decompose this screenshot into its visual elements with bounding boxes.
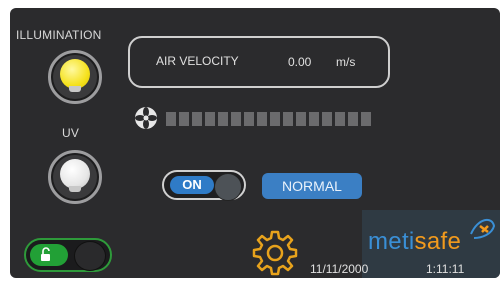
lock-toggle[interactable] (24, 238, 112, 272)
air-velocity-label: AIR VELOCITY (156, 54, 239, 68)
uv-button[interactable] (48, 150, 102, 204)
power-toggle[interactable]: ON (162, 170, 246, 201)
brand-logo-part2: safe (414, 228, 462, 255)
fan-speed-segment (244, 112, 254, 126)
fan-speed-segment (205, 112, 215, 126)
logo-swoosh-icon (470, 218, 496, 239)
bulb-base (69, 186, 81, 192)
brand-logo-part1: meti (368, 228, 415, 255)
fan-speed-segment (322, 112, 332, 126)
lock-toggle-knob (74, 241, 106, 271)
fan-speed-bar[interactable] (166, 112, 371, 126)
illumination-label: ILLUMINATION (16, 28, 102, 42)
gear-icon[interactable] (250, 228, 300, 278)
fan-speed-segment (361, 112, 371, 126)
fan-speed-segment (309, 112, 319, 126)
status-normal-button[interactable]: NORMAL (262, 173, 362, 199)
air-velocity-panel: AIR VELOCITY 0.00 m/s (128, 36, 390, 88)
brand-logo: metisafe (368, 228, 461, 256)
illumination-button[interactable] (48, 50, 102, 104)
air-velocity-unit: m/s (336, 55, 356, 69)
bulb-base (69, 86, 81, 92)
bulb-white-icon (60, 159, 90, 189)
fan-speed-segment (179, 112, 189, 126)
fan-speed-segment (231, 112, 241, 126)
fan-speed-segment (335, 112, 345, 126)
fan-speed-segment (270, 112, 280, 126)
fan-speed-segment (166, 112, 176, 126)
footer-date: 11/11/2000 (310, 262, 369, 276)
fan-speed-segment (283, 112, 293, 126)
air-velocity-value: 0.00 (288, 55, 312, 69)
power-toggle-label: ON (170, 176, 214, 194)
fan-speed-segment (257, 112, 267, 126)
fan-speed-segment (348, 112, 358, 126)
unlock-icon (41, 247, 50, 261)
fan-speed-segment (218, 112, 228, 126)
bulb-yellow-icon (60, 59, 90, 89)
fan-icon (135, 107, 157, 129)
control-screen: ILLUMINATION UV AIR VELOCITY 0.00 m/s ON… (10, 8, 500, 278)
lock-toggle-pill (30, 244, 68, 266)
footer-time: 1:11:11 (426, 262, 465, 276)
fan-speed-segment (296, 112, 306, 126)
power-toggle-knob (214, 173, 242, 201)
fan-speed-segment (192, 112, 202, 126)
uv-label: UV (62, 126, 80, 140)
